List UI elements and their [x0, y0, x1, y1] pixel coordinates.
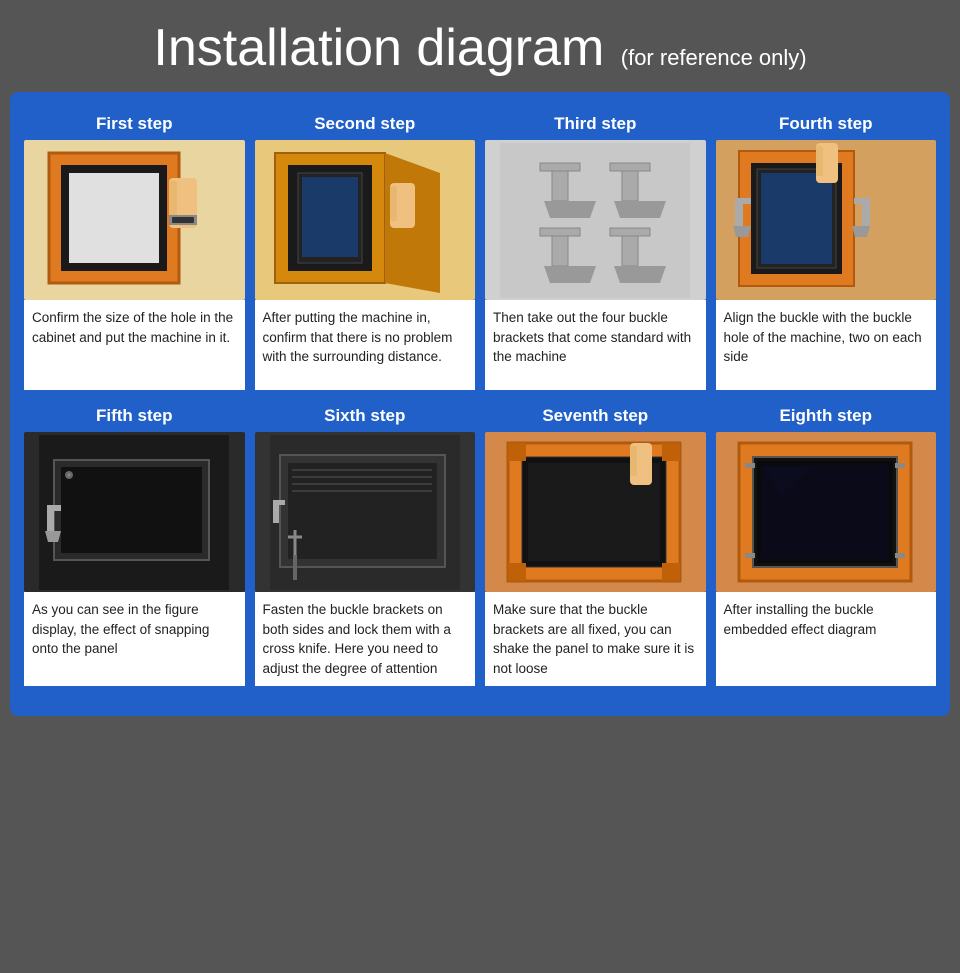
step-1-cell: First step Confirm the size of the hole … [24, 108, 245, 390]
step-1-image [24, 140, 245, 300]
step-8-desc: After installing the buckle embedded eff… [716, 592, 937, 686]
step-6-desc: Fasten the buckle brackets on both sides… [255, 592, 476, 686]
step-5-cell: Fifth step As you can see in t [24, 400, 245, 686]
subtitle: (for reference only) [621, 45, 807, 70]
step-4-image [716, 140, 937, 300]
step-6-label: Sixth step [255, 400, 476, 432]
step-4-label: Fourth step [716, 108, 937, 140]
step-7-label: Seventh step [485, 400, 706, 432]
step-8-cell: Eighth step After i [716, 400, 937, 686]
step-8-image [716, 432, 937, 592]
step-7-image [485, 432, 706, 592]
step-6-image [255, 432, 476, 592]
top-grid: First step Confirm the size of the hole … [24, 108, 936, 390]
bottom-grid: Fifth step As you can see in t [24, 400, 936, 686]
step-3-cell: Third step [485, 108, 706, 390]
step-5-image [24, 432, 245, 592]
step-1-desc: Confirm the size of the hole in the cabi… [24, 300, 245, 390]
step-6-cell: Sixth step [255, 400, 476, 686]
main-container: First step Confirm the size of the hole … [10, 92, 950, 716]
step-4-desc: Align the buckle with the buckle hole of… [716, 300, 937, 390]
title: Installation diagram [153, 19, 604, 77]
step-2-image [255, 140, 476, 300]
step-3-desc: Then take out the four buckle brackets t… [485, 300, 706, 390]
step-3-image [485, 140, 706, 300]
step-3-label: Third step [485, 108, 706, 140]
step-2-desc: After putting the machine in, confirm th… [255, 300, 476, 390]
step-2-cell: Second step After putting the [255, 108, 476, 390]
step-1-label: First step [24, 108, 245, 140]
step-4-cell: Fourth step [716, 108, 937, 390]
step-7-cell: Seventh step Make s [485, 400, 706, 686]
step-2-label: Second step [255, 108, 476, 140]
step-8-label: Eighth step [716, 400, 937, 432]
header: Installation diagram (for reference only… [0, 0, 960, 92]
step-7-desc: Make sure that the buckle brackets are a… [485, 592, 706, 686]
step-5-desc: As you can see in the figure display, th… [24, 592, 245, 686]
step-5-label: Fifth step [24, 400, 245, 432]
